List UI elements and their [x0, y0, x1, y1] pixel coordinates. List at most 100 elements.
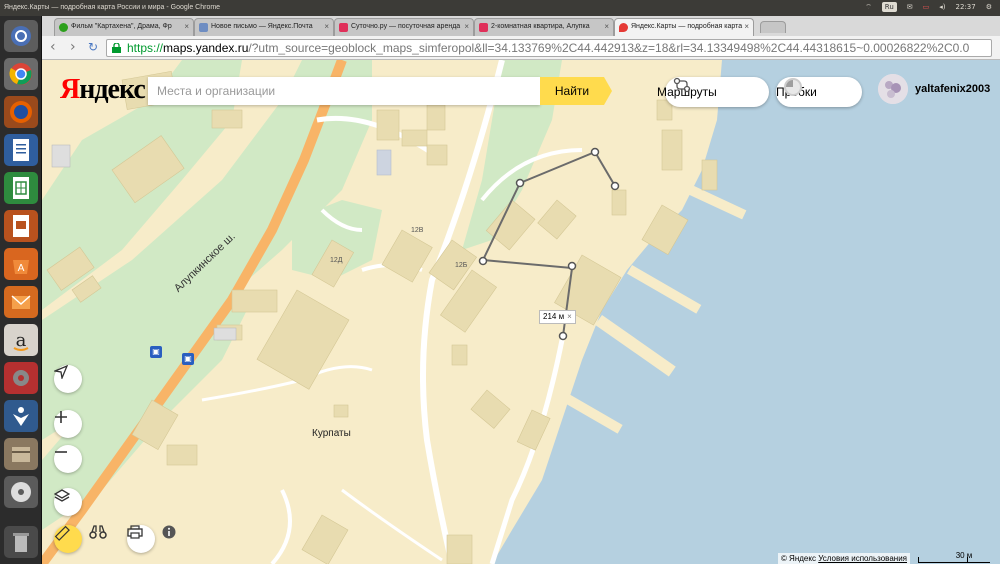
terms-link[interactable]: Условия использования — [818, 554, 907, 563]
place-label: Курпаты — [312, 428, 351, 439]
software-center-icon[interactable]: A — [4, 248, 38, 280]
search-input[interactable]: Места и организации — [148, 77, 540, 105]
chrome-icon[interactable] — [4, 58, 38, 90]
calc-icon[interactable] — [4, 172, 38, 204]
address-bar[interactable]: https://maps.yandex.ru/?utm_source=geobl… — [106, 39, 992, 57]
user-menu[interactable]: yaltafenix2003 — [878, 74, 990, 104]
tab-strip: Фильм "Картахена", Драма, Фр × Новое пис… — [42, 16, 1000, 36]
copyright-bar: © Яндекс Условия использования — [777, 553, 910, 564]
scale-value: 30 м — [955, 551, 973, 560]
username: yaltafenix2003 — [915, 83, 991, 95]
tab-favicon — [339, 23, 348, 32]
close-tab-icon[interactable]: × — [604, 22, 609, 31]
firefox-icon[interactable] — [4, 96, 38, 128]
tab-sutochno[interactable]: Суточно.ру — посуточная аренда × — [334, 18, 474, 36]
copyright-text: © Яндекс — [780, 554, 816, 563]
keyboard-layout-indicator[interactable]: Ru — [881, 2, 897, 12]
building-label: 12Б — [455, 262, 468, 269]
binoculars-icon — [89, 525, 107, 539]
routes-button[interactable]: Маршруты — [657, 77, 769, 107]
ruler-distance-label: 214 м × — [539, 310, 576, 324]
toolbar: ‹ › ↻ https://maps.yandex.ru/?utm_source… — [42, 36, 1000, 60]
app-icon[interactable] — [4, 400, 38, 432]
yandex-logo[interactable]: Яндекс — [60, 74, 146, 106]
tab-yandex-maps[interactable]: Яндекс.Карты — подробная карта × — [614, 18, 754, 36]
battery-icon[interactable]: ▭ — [923, 3, 930, 11]
url-host: maps.yandex.ru — [163, 41, 249, 55]
printer-icon — [127, 525, 143, 539]
ruler-icon — [54, 525, 70, 541]
wifi-icon[interactable]: ⌔ — [865, 3, 872, 12]
tab-favicon — [199, 23, 208, 32]
volume-icon[interactable]: ◂) — [939, 3, 945, 11]
impress-icon[interactable] — [4, 210, 38, 242]
system-settings-icon[interactable] — [4, 362, 38, 394]
close-tab-icon[interactable]: × — [324, 22, 329, 31]
amazon-icon[interactable]: a — [4, 324, 38, 356]
files-icon[interactable] — [4, 438, 38, 470]
clock[interactable]: 22:37 — [956, 3, 976, 11]
traffic-icon — [784, 78, 802, 96]
tab-label: Новое письмо — Яндекс.Почта — [211, 23, 313, 30]
zoom-in-button[interactable] — [54, 410, 82, 438]
app-launcher: A a — [0, 16, 42, 564]
mail-app-icon[interactable] — [4, 286, 38, 318]
traffic-button[interactable]: Пробки — [776, 77, 862, 107]
forward-icon[interactable]: › — [70, 40, 76, 54]
layers-button[interactable] — [54, 488, 82, 516]
tab-yandex-mail[interactable]: Новое письмо — Яндекс.Почта × — [194, 18, 334, 36]
trash-icon[interactable] — [4, 526, 38, 558]
reload-icon[interactable]: ↻ — [88, 40, 98, 54]
bus-stop-icon[interactable]: ▣ — [150, 346, 162, 358]
svg-text:a: a — [16, 330, 27, 351]
panorama-button[interactable] — [89, 525, 117, 553]
avatar[interactable] — [878, 74, 908, 104]
close-tab-icon[interactable]: × — [744, 22, 749, 31]
tab-label: Суточно.ру — посуточная аренда — [351, 23, 461, 30]
minus-icon — [55, 451, 67, 453]
map-canvas[interactable]: 12В 12Д 12Б Алупкинское ш. Курпаты ▣ ▣ 2… — [42, 60, 1000, 564]
zoom-out-button[interactable] — [54, 445, 82, 473]
disc-icon[interactable] — [4, 476, 38, 508]
ruler-button[interactable] — [54, 525, 82, 553]
url-scheme: https:// — [127, 41, 164, 55]
plus-icon — [55, 411, 67, 423]
tab-label: Яндекс.Карты — подробная карта — [631, 23, 743, 30]
print-button[interactable] — [127, 525, 155, 553]
tab-film[interactable]: Фильм "Картахена", Драма, Фр × — [54, 18, 194, 36]
map-scale: 30 м — [918, 551, 990, 563]
os-top-bar: Яндекс.Карты — подробная карта России и … — [0, 0, 1000, 16]
lock-icon — [112, 43, 121, 53]
tab-favicon — [479, 23, 488, 32]
tab-favicon — [619, 23, 628, 32]
url-path: /?utm_source=geoblock_maps_simferopol&ll… — [248, 41, 970, 55]
svg-text:A: A — [18, 263, 25, 274]
ubuntu-dash-icon[interactable] — [4, 20, 38, 52]
bus-stop-icon[interactable]: ▣ — [182, 353, 194, 365]
power-icon[interactable]: ⚙ — [986, 3, 992, 11]
close-tab-icon[interactable]: × — [464, 22, 469, 31]
mail-icon[interactable]: ✉ — [907, 3, 913, 11]
info-button[interactable] — [162, 525, 190, 553]
close-ruler-icon[interactable]: × — [567, 311, 572, 323]
building-label: 12Д — [330, 257, 343, 264]
geolocation-button[interactable] — [54, 365, 82, 393]
map-layer — [42, 60, 1000, 564]
info-icon — [162, 525, 176, 539]
tab-favicon — [59, 23, 68, 32]
close-tab-icon[interactable]: × — [184, 22, 189, 31]
tab-label: 2-комнатная квартира, Алупка — [491, 23, 590, 30]
browser-chrome: Фильм "Картахена", Драма, Фр × Новое пис… — [42, 16, 1000, 60]
writer-icon[interactable] — [4, 134, 38, 166]
layers-icon — [54, 489, 70, 502]
system-tray: ⌔ Ru ✉ ▭ ◂) 22:37 ⚙ — [865, 2, 992, 12]
back-icon[interactable]: ‹ — [50, 40, 56, 54]
tab-label: Фильм "Картахена", Драма, Фр — [71, 23, 172, 30]
route-icon — [673, 77, 691, 93]
find-button[interactable]: Найти — [540, 77, 612, 105]
tab-apartment[interactable]: 2-комнатная квартира, Алупка × — [474, 18, 614, 36]
distance-value: 214 м — [543, 312, 565, 321]
new-tab-button[interactable] — [760, 21, 786, 33]
location-arrow-icon — [54, 365, 68, 379]
window-title: Яндекс.Карты — подробная карта России и … — [4, 4, 221, 11]
